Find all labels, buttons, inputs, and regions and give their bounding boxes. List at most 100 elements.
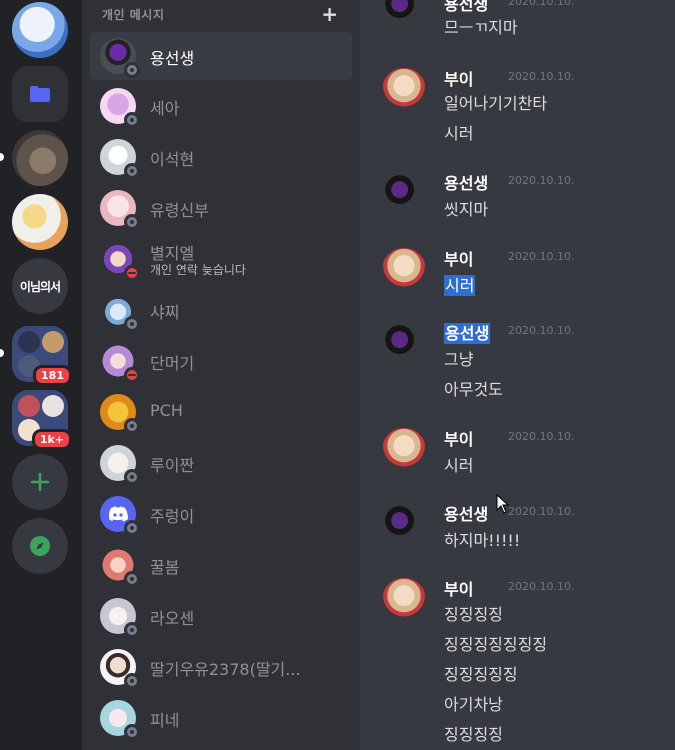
dm-header: 개인 메시지 [102, 8, 165, 22]
dm-item[interactable]: 유령신부 [90, 184, 352, 232]
server-cat[interactable] [12, 130, 68, 186]
mini-server [18, 331, 40, 353]
status-offline [124, 622, 140, 638]
avatar[interactable] [382, 172, 426, 216]
custom-status: 개인 연락 늦습니다 [150, 263, 246, 277]
add-server-button[interactable] [12, 454, 68, 510]
compass-icon [30, 536, 50, 556]
dm-item[interactable]: 주렁이 [90, 490, 352, 538]
status-offline [124, 214, 140, 230]
dm-name: 주렁이 [150, 507, 195, 526]
dm-name: 라오센 [150, 609, 195, 628]
dm-name: 루이짠 [150, 456, 195, 475]
status-offline [124, 62, 140, 78]
message-text: 하지마!!!!! [444, 531, 521, 550]
dm-item[interactable]: PCH [90, 388, 352, 436]
dm-item[interactable]: 샤찌 [90, 286, 352, 334]
avatar[interactable] [382, 68, 426, 112]
message-timestamp: 2020.10.10. [508, 250, 575, 263]
dm-item[interactable]: 딸기우유2378(딸기... [90, 643, 352, 691]
message-text: 징징징징징징징 [444, 635, 548, 654]
status-offline [124, 112, 140, 128]
dm-name: 꿀봄 [150, 558, 180, 577]
avatar[interactable] [382, 578, 426, 622]
message-text: 므ㅡㄲ지마 [444, 18, 518, 37]
message-timestamp: 2020.10.10. [508, 505, 575, 518]
selected-text: 용선생 [444, 323, 491, 344]
server-folder[interactable] [12, 66, 68, 122]
message-text: 시러 [444, 272, 476, 296]
explore-servers-button[interactable] [12, 518, 68, 574]
dm-name: 샤찌 [150, 303, 180, 322]
mention-badge: 1k+ [31, 429, 72, 450]
message-author[interactable]: 용선생 [444, 0, 488, 15]
server-folder-1[interactable]: 181 [12, 326, 72, 386]
mouse-cursor-icon [496, 494, 510, 514]
dm-item[interactable]: 피네 [90, 694, 352, 742]
dm-item[interactable]: 라오센 [90, 592, 352, 640]
message-author[interactable]: 용선생 [444, 170, 488, 194]
server-text-label: 이님의서 [19, 279, 61, 294]
plus-icon [30, 472, 50, 492]
mini-server [42, 331, 64, 353]
message-text: 시러 [444, 124, 474, 143]
message-timestamp: 2020.10.10. [508, 430, 575, 443]
status-offline [124, 418, 140, 434]
message-author[interactable]: 용선생 [444, 320, 491, 344]
dm-item[interactable]: 이석현 [90, 133, 352, 181]
message-text: 징징징징 [444, 605, 503, 624]
dm-item[interactable]: 별지엘 개인 연락 늦습니다 [90, 235, 352, 283]
folder-icon [30, 86, 50, 102]
mini-server [18, 395, 40, 417]
dm-name: 피네 [150, 711, 180, 730]
message-timestamp: 2020.10.10. [508, 580, 575, 593]
message-text: 아무것도 [444, 380, 503, 399]
message-author[interactable]: 부이 [444, 576, 473, 600]
message-text: 시러 [444, 456, 474, 475]
dm-name: 유령신부 [150, 201, 209, 220]
dm-item[interactable]: 용선생 [90, 32, 352, 80]
message-author[interactable]: 용선생 [444, 501, 488, 525]
server-rail: 이님의서 181 1k+ [0, 0, 82, 750]
avatar[interactable] [382, 503, 426, 547]
message-timestamp: 2020.10.10. [508, 324, 575, 337]
message-text: 그냥 [444, 350, 474, 369]
dm-item[interactable]: 꿀봄 [90, 541, 352, 589]
status-offline [124, 469, 140, 485]
mention-badge: 181 [33, 365, 72, 386]
chat-area: 용선생 2020.10.10. 므ㅡㄲ지마 부이 2020.10.10. 일어나… [360, 0, 675, 750]
dm-name: 용선생 [150, 49, 195, 68]
status-offline [124, 520, 140, 536]
message-author[interactable]: 부이 [444, 426, 473, 450]
message-author[interactable]: 부이 [444, 246, 473, 270]
message-text: 아기차낭 [444, 695, 503, 714]
message-text: 일어나기기찬타 [444, 94, 548, 113]
server-comic[interactable] [12, 194, 68, 250]
dm-item[interactable]: 루이짠 [90, 439, 352, 487]
home-avatar-server[interactable] [12, 2, 68, 58]
avatar[interactable] [382, 248, 426, 292]
message-timestamp: 2020.10.10. [508, 0, 575, 8]
unread-indicator [0, 153, 4, 161]
status-offline [124, 673, 140, 689]
avatar[interactable] [382, 0, 426, 30]
dm-sidebar: 개인 메시지 + 용선생 세아 이석현 유령신부 별지엘 개인 연락 늦습니다 … [82, 0, 360, 750]
avatar[interactable] [382, 428, 426, 472]
dm-name: 세아 [150, 99, 180, 118]
discord-logo-icon [109, 506, 128, 522]
status-dnd [124, 265, 140, 281]
unread-indicator-2 [0, 349, 4, 357]
status-offline [124, 316, 140, 332]
dm-name: 이석현 [150, 150, 195, 169]
create-dm-button[interactable]: + [321, 2, 338, 26]
status-offline [124, 724, 140, 740]
dm-item[interactable]: 세아 [90, 82, 352, 130]
message-text: 씻지마 [444, 200, 489, 219]
message-timestamp: 2020.10.10. [508, 70, 575, 83]
selected-text: 시러 [444, 275, 476, 296]
message-author[interactable]: 부이 [444, 66, 473, 90]
server-folder-2[interactable]: 1k+ [12, 390, 72, 450]
server-text-icon[interactable]: 이님의서 [12, 258, 68, 314]
dm-item[interactable]: 단머기 [90, 337, 352, 385]
avatar[interactable] [382, 322, 426, 366]
